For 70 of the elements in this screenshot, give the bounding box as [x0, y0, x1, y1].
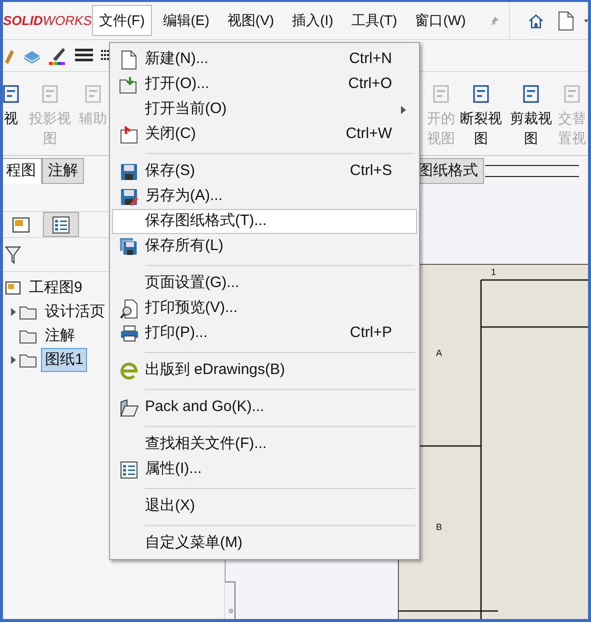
folder-icon	[19, 328, 37, 344]
menu-entry[interactable]: 关闭(C) Ctrl+W	[112, 122, 417, 147]
printer-icon	[120, 325, 138, 342]
zone-label: 1	[491, 266, 496, 279]
menu-entry[interactable]: 页面设置(G)...	[112, 271, 417, 296]
menu-entry[interactable]: 属性(I)...	[112, 457, 417, 482]
menu-item[interactable]: 工具(T)	[344, 5, 404, 36]
submenu-arrow-icon	[401, 106, 406, 114]
magnifier-document-icon	[120, 298, 138, 318]
drawing-view-icon	[521, 84, 541, 104]
menu-item[interactable]: 文件(F)	[92, 5, 152, 36]
tree-view-icon	[12, 216, 30, 232]
letter-e-icon	[119, 362, 139, 380]
command-button[interactable]: 剪裁视 图	[506, 84, 556, 148]
menu-item[interactable]: 窗口(W)	[408, 5, 473, 36]
menu-entry[interactable]: 另存为(A)...	[112, 184, 417, 209]
properties-list-icon	[52, 216, 70, 234]
panel-tab[interactable]	[43, 212, 79, 237]
new-document-icon	[558, 10, 574, 30]
menu-item[interactable]: 插入(I)	[285, 5, 340, 36]
document-arrow-icon	[120, 126, 138, 144]
command-button[interactable]: 视	[3, 84, 21, 148]
tree-item[interactable]: 工程图9	[25, 276, 86, 300]
drawing-view-icon	[431, 84, 451, 104]
drawing-view-icon	[40, 84, 60, 104]
filter-icon[interactable]	[5, 246, 21, 264]
zone-label: A	[436, 347, 442, 360]
menu-entry[interactable]: 新建(N)... Ctrl+N	[112, 47, 417, 72]
tree-item[interactable]: 注解	[41, 324, 79, 348]
drawing-document-icon	[5, 280, 21, 296]
tab[interactable]: 程图	[3, 158, 42, 184]
drawing-view-icon	[471, 84, 491, 104]
menu-entry[interactable]: 打印(P)... Ctrl+P	[112, 321, 417, 346]
open-folder-icon	[119, 398, 139, 416]
tree-item[interactable]: 图纸1	[41, 348, 88, 372]
command-button[interactable]: 断裂视 图	[456, 84, 506, 148]
floppy-disk-pencil-icon	[120, 188, 138, 206]
menu-entry[interactable]: 打开当前(O)	[112, 97, 417, 122]
drawing-view-icon	[3, 84, 21, 104]
expand-arrow-icon[interactable]	[10, 356, 16, 364]
brush-icon[interactable]	[49, 46, 67, 64]
document-icon	[121, 50, 137, 70]
menu-entry[interactable]: 查找相关文件(F)...	[112, 432, 417, 457]
expand-arrow-icon[interactable]	[10, 308, 16, 316]
list-icon	[120, 460, 138, 478]
menu-entry[interactable]: 自定义菜单(M)	[112, 531, 417, 556]
folder-icon	[19, 304, 37, 320]
menu-entry[interactable]: 打开(O)... Ctrl+O	[112, 72, 417, 97]
folder-arrow-icon	[119, 76, 139, 94]
menu-entry[interactable]: Pack and Go(K)...	[112, 395, 417, 420]
zone-label: B	[436, 521, 442, 534]
sheet-edge-drawing	[225, 559, 237, 619]
menu-entry[interactable]: 出版到 eDrawings(B)	[112, 358, 417, 383]
menu-entry[interactable]: 保存所有(L)	[112, 234, 417, 259]
drawing-view-icon	[562, 84, 582, 104]
drawing-view-icon	[83, 84, 103, 104]
tab[interactable]: 注解	[42, 158, 84, 184]
caret-icon[interactable]	[584, 18, 588, 22]
menu-entry[interactable]: 退出(X)	[112, 494, 417, 519]
menu-item[interactable]: 编辑(E)	[156, 5, 216, 36]
folder-icon	[19, 352, 37, 368]
menu-entry[interactable]: 保存图纸格式(T)...	[112, 209, 417, 234]
stacked-disks-icon	[119, 236, 139, 256]
menu-item[interactable]: 视图(V)	[220, 5, 282, 36]
pencil-icon[interactable]	[5, 48, 15, 64]
tree-item[interactable]: 设计活页	[41, 300, 109, 324]
menu-entry[interactable]: 打印预览(V)...	[112, 296, 417, 321]
line-weight-icon[interactable]	[75, 48, 93, 64]
app-logo: SOLIDWORKS	[3, 12, 92, 30]
layers-icon[interactable]	[23, 48, 41, 62]
